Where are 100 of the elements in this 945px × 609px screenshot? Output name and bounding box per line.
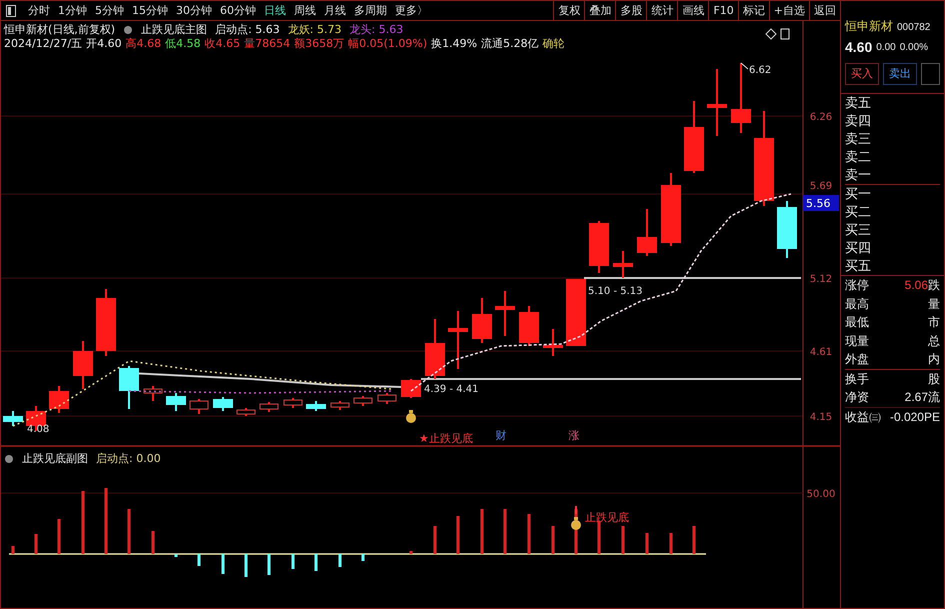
period-tab[interactable]: 分时 bbox=[24, 1, 54, 20]
sell-button[interactable]: 卖出 bbox=[883, 63, 917, 85]
histogram-bar bbox=[504, 509, 506, 554]
stat-label: 涨停 bbox=[845, 277, 869, 294]
order-book-label: 卖五 bbox=[845, 94, 872, 112]
period-tab[interactable]: 30分钟 bbox=[172, 1, 216, 20]
last-price: 4.60 bbox=[845, 38, 872, 56]
candlestick bbox=[637, 209, 657, 256]
period-tab[interactable]: 周线 bbox=[290, 1, 320, 20]
period-tab[interactable]: 月线 bbox=[320, 1, 350, 20]
candlestick bbox=[401, 379, 421, 398]
candlestick bbox=[378, 393, 396, 404]
current-price-tag: 5.56 bbox=[803, 195, 839, 211]
order-book-label: 买一 bbox=[845, 184, 940, 203]
toolbar-button[interactable]: 返回 bbox=[809, 1, 840, 20]
toolbar-button[interactable]: 标记 bbox=[738, 1, 769, 20]
indicator-param: 龙头: 5.63 bbox=[350, 23, 404, 37]
indicator-icon[interactable] bbox=[123, 25, 134, 35]
histogram-bar bbox=[152, 531, 154, 554]
candlestick bbox=[684, 101, 704, 173]
indicator-name[interactable]: 止跌见底副图 bbox=[22, 451, 88, 468]
candlestick bbox=[306, 401, 326, 411]
histogram-bar bbox=[480, 509, 484, 554]
panel-icon[interactable] bbox=[6, 4, 16, 16]
price-axis-label: 5.69 bbox=[810, 181, 832, 192]
panel-icon bbox=[780, 28, 790, 40]
histogram-bar bbox=[104, 488, 108, 554]
period-tab[interactable]: 更多〉 bbox=[391, 1, 432, 20]
histogram-bar bbox=[552, 526, 554, 554]
signal-label: ★止跌见底 bbox=[419, 432, 473, 445]
stat-label: 跌 bbox=[928, 277, 940, 294]
histogram-bar bbox=[128, 509, 130, 554]
order-book-label: 卖三 bbox=[845, 130, 872, 148]
candlestick bbox=[3, 411, 23, 426]
stat-label: 市 bbox=[928, 314, 940, 331]
toolbar-button[interactable]: 统计 bbox=[646, 1, 678, 20]
indicator-param: 启动点: 0.00 bbox=[96, 451, 161, 467]
candlestick bbox=[777, 201, 797, 258]
candlestick bbox=[166, 393, 186, 411]
period-tab[interactable]: 60分钟 bbox=[216, 1, 260, 20]
candlestick bbox=[589, 221, 609, 273]
range-label: 4.39 - 4.41 bbox=[424, 384, 478, 395]
indicator-name[interactable]: 止跌见底主图 bbox=[141, 23, 208, 37]
quote-field: 收4.65 bbox=[204, 37, 240, 51]
order-book-label: 卖一 bbox=[845, 166, 872, 184]
histogram-bar bbox=[670, 533, 672, 554]
order-book-label: 买五 bbox=[845, 257, 872, 275]
period-tab[interactable]: 15分钟 bbox=[128, 1, 172, 20]
histogram-bar bbox=[338, 554, 342, 567]
toolbar-button[interactable]: 叠加 bbox=[584, 1, 616, 20]
candlestick bbox=[543, 329, 563, 356]
toolbar-button[interactable]: 画线 bbox=[677, 1, 708, 20]
stat-label: 换手 bbox=[845, 370, 869, 388]
sub-axis-label: 50.00 bbox=[806, 489, 836, 500]
histogram-bar bbox=[434, 526, 436, 554]
price-axis-label: 6.26 bbox=[810, 112, 832, 123]
candlestick bbox=[119, 366, 139, 409]
change-percent: 0.00% bbox=[900, 40, 928, 54]
histogram-bar bbox=[646, 533, 648, 554]
histogram-bar bbox=[58, 519, 60, 554]
stat-label: 外盘 bbox=[845, 351, 869, 368]
period-tab[interactable]: 1分钟 bbox=[54, 1, 91, 20]
candlestick bbox=[260, 402, 278, 412]
stat-label: PE bbox=[924, 408, 940, 426]
signal-tick bbox=[575, 506, 577, 514]
quote-field: 确轮 bbox=[542, 37, 565, 51]
toolbar-button[interactable]: F10 bbox=[708, 1, 738, 20]
period-tab[interactable]: 多周期 bbox=[350, 1, 391, 20]
quote-field: 流通5.28亿 bbox=[481, 37, 539, 51]
stat-value: 2.67 bbox=[904, 389, 928, 406]
event-marker: 涨 bbox=[568, 429, 580, 442]
histogram-bar bbox=[314, 554, 318, 571]
histogram-bar bbox=[456, 516, 460, 554]
indicator-icon[interactable] bbox=[4, 454, 14, 464]
toolbar-button[interactable]: 复权 bbox=[553, 1, 584, 20]
toolbar-button[interactable]: 多股 bbox=[615, 1, 646, 20]
stat-label: 总 bbox=[928, 332, 940, 350]
toolbar-button[interactable]: +自选 bbox=[768, 1, 809, 20]
order-book-label: 买二 bbox=[845, 203, 872, 221]
histogram-bar bbox=[268, 554, 270, 575]
money-bag-icon bbox=[571, 517, 581, 530]
diamond-icon bbox=[765, 28, 777, 40]
cut-off-button[interactable] bbox=[921, 63, 940, 85]
quote-field: 2024/12/27/五 bbox=[4, 37, 82, 51]
period-tab[interactable]: 5分钟 bbox=[91, 1, 128, 20]
candlestick bbox=[731, 63, 751, 133]
stat-label: 流 bbox=[928, 389, 940, 406]
quote-field: 额3658万 bbox=[294, 37, 344, 51]
event-marker: 财 bbox=[496, 429, 506, 442]
candlestick bbox=[190, 399, 208, 414]
candlestick bbox=[613, 251, 633, 278]
quote-field: 量78654 bbox=[244, 37, 290, 51]
buy-button[interactable]: 买入 bbox=[845, 63, 879, 85]
period-tab[interactable]: 日线 bbox=[260, 1, 290, 20]
stat-label: 现量 bbox=[845, 332, 869, 350]
candlestick bbox=[144, 386, 162, 401]
order-book-label: 买四 bbox=[845, 239, 872, 257]
histogram-bar bbox=[692, 526, 696, 554]
signal-label: 止跌见底 bbox=[585, 511, 629, 524]
indicator-param: 启动点: 5.63 bbox=[215, 23, 280, 37]
